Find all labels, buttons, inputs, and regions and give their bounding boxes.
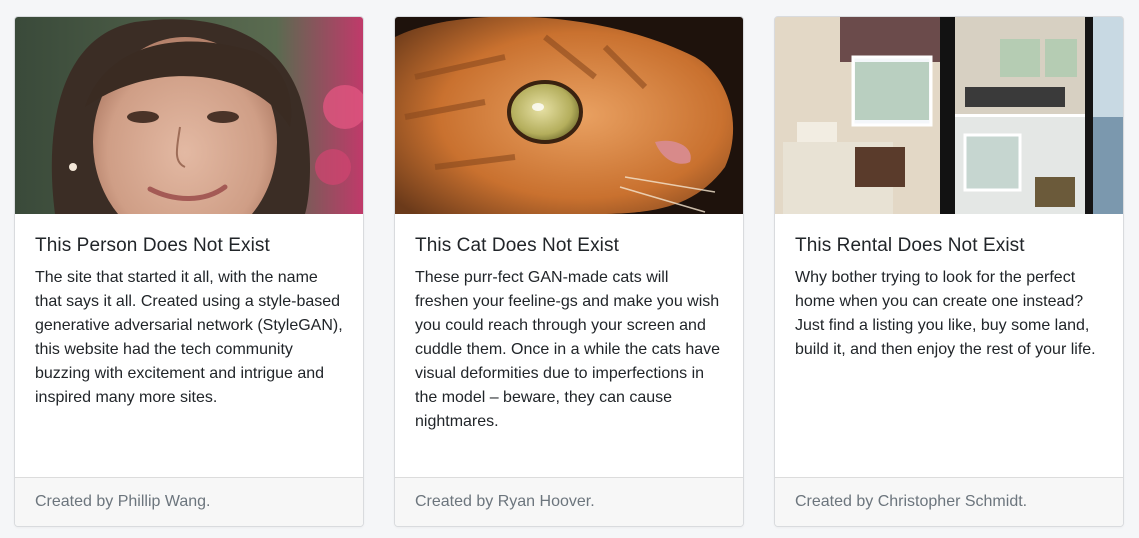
card-text: Why bother trying to look for the perfec… <box>795 269 1096 358</box>
card-title[interactable]: This Person Does Not Exist <box>35 234 345 258</box>
card-cat[interactable]: This Cat Does Not Exist These purr-fect … <box>394 16 744 527</box>
card-footer: Created by Phillip Wang. <box>15 477 363 526</box>
card-title[interactable]: This Rental Does Not Exist <box>795 234 1105 258</box>
card-footer: Created by Ryan Hoover. <box>395 477 743 526</box>
card-person[interactable]: This Person Does Not Exist The site that… <box>14 16 364 527</box>
card-title[interactable]: This Cat Does Not Exist <box>415 234 725 258</box>
card-rental[interactable]: This Rental Does Not Exist Why bother tr… <box>774 16 1124 527</box>
person-image[interactable] <box>15 17 363 214</box>
card-text: The site that started it all, with the n… <box>35 269 343 406</box>
card-body: This Rental Does Not Exist Why bother tr… <box>795 234 1105 362</box>
rental-image[interactable] <box>775 17 1123 214</box>
card-body: This Person Does Not Exist The site that… <box>35 234 345 410</box>
card-deck: This Person Does Not Exist The site that… <box>0 0 1139 538</box>
card-text: These purr-fect GAN-made cats will fresh… <box>415 269 721 430</box>
card-footer: Created by Christopher Schmidt. <box>775 477 1123 526</box>
cat-image[interactable] <box>395 17 743 214</box>
card-body: This Cat Does Not Exist These purr-fect … <box>415 234 725 434</box>
